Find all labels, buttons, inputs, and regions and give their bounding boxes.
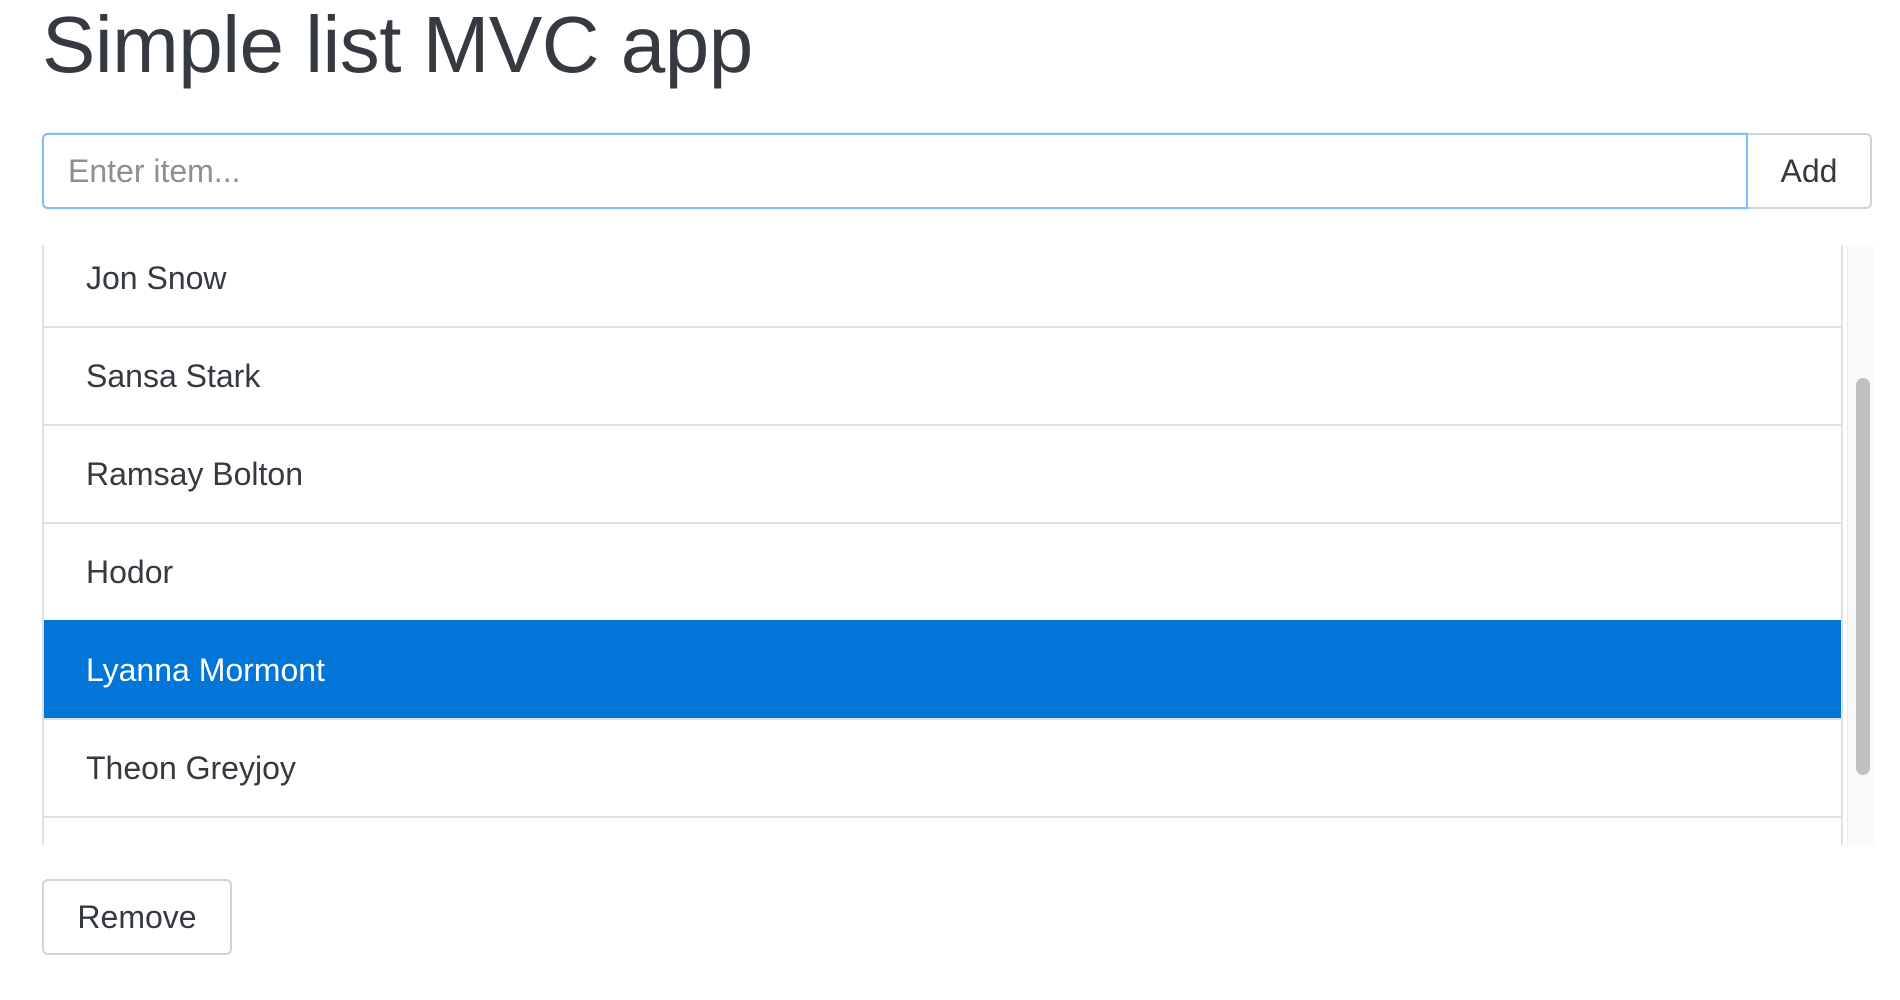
list-item-selected[interactable]: Lyanna Mormont (44, 620, 1841, 718)
item-list-container: Jon Snow Sansa Stark Ramsay Bolton Hodor… (42, 245, 1874, 845)
list-item[interactable]: Theon Greyjoy (44, 718, 1841, 816)
list-item[interactable]: Hodor (44, 522, 1841, 620)
item-list[interactable]: Jon Snow Sansa Stark Ramsay Bolton Hodor… (42, 245, 1843, 845)
add-item-form: Add (42, 133, 1872, 209)
page-title: Simple list MVC app (42, 0, 753, 89)
app-page: Simple list MVC app Add Jon Snow Sansa S… (0, 0, 1900, 1000)
list-scrollbar[interactable] (1847, 245, 1874, 845)
item-input[interactable] (42, 133, 1748, 209)
list-item[interactable]: Sansa Stark (44, 326, 1841, 424)
scrollbar-thumb[interactable] (1856, 378, 1870, 775)
add-button[interactable]: Add (1748, 133, 1872, 209)
list-item[interactable]: Ramsay Bolton (44, 424, 1841, 522)
list-item[interactable]: Jon Snow (44, 245, 1841, 326)
list-item-partial[interactable] (44, 816, 1841, 845)
remove-button[interactable]: Remove (42, 879, 232, 955)
